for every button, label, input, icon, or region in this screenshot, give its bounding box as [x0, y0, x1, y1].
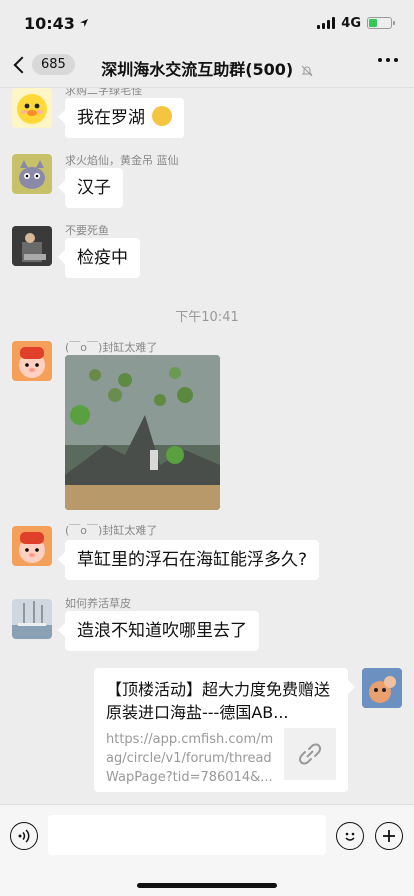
more-functions-button[interactable]	[375, 822, 403, 850]
sender-name: 如何养活草皮	[65, 597, 131, 610]
avatar[interactable]	[12, 526, 52, 566]
message-bubble[interactable]: 检疫中	[65, 238, 140, 278]
message-bubble[interactable]: 草缸里的浮石在海缸能浮多久?	[65, 540, 320, 580]
message-input[interactable]	[48, 815, 326, 855]
unread-count-badge: 685	[32, 54, 75, 75]
chat-messages[interactable]: 求购二字绿毛怪 我在罗湖 求火焰仙，黄金吊 蓝仙 汉子 不要死鱼 检疫中 下午1…	[0, 88, 414, 804]
more-options-button[interactable]	[378, 58, 398, 62]
home-indicator[interactable]	[137, 883, 277, 888]
clock: 10:43	[24, 13, 75, 33]
voice-icon	[18, 829, 30, 843]
status-bar: 10:43 4G	[0, 0, 414, 46]
back-button[interactable]: 685	[10, 54, 75, 75]
avatar[interactable]	[12, 154, 52, 194]
link-card[interactable]: 【顶楼活动】超大力度免费赠送原装进口海盐---德国AB... https://a…	[94, 668, 348, 792]
mute-bell-icon	[301, 65, 313, 76]
link-thumbnail	[284, 728, 336, 780]
message-text: 汉子	[77, 178, 111, 198]
message-bubble[interactable]: 造浪不知道吹哪里去了	[65, 611, 259, 651]
message-bubble[interactable]: 我在罗湖	[65, 98, 185, 138]
time-separator: 下午10:41	[175, 310, 239, 325]
message-bubble[interactable]: 汉子	[65, 168, 123, 208]
location-arrow-icon	[79, 19, 88, 27]
emoji-button[interactable]	[336, 822, 364, 850]
sender-name: 不要死鱼	[65, 224, 109, 237]
aquarium-photo[interactable]	[65, 355, 220, 510]
signal-icon	[317, 17, 336, 29]
link-card-url: https://app.cmfish.com/mag/circle/v1/for…	[106, 732, 274, 785]
voice-input-button[interactable]	[10, 822, 38, 850]
link-icon	[298, 743, 322, 765]
smiley-icon	[345, 832, 355, 841]
sender-name: 求火焰仙，黄金吊 蓝仙	[65, 154, 179, 167]
input-bar	[0, 804, 414, 896]
link-card-title: 【顶楼活动】超大力度免费赠送原装进口海盐---德国AB...	[106, 680, 331, 722]
message-text: 造浪不知道吹哪里去了	[77, 621, 247, 641]
sender-name: (￣o￣)封缸太难了	[65, 524, 158, 537]
avatar[interactable]	[12, 599, 52, 639]
sticker-emoji-icon	[152, 106, 173, 126]
message-text: 检疫中	[77, 248, 128, 268]
sender-name: 求购二字绿毛怪	[65, 88, 142, 97]
chat-title-text: 深圳海水交流互助群(500)	[101, 60, 294, 79]
avatar[interactable]	[12, 226, 52, 266]
avatar[interactable]	[362, 668, 402, 708]
avatar[interactable]	[12, 341, 52, 381]
network-label: 4G	[341, 15, 361, 31]
nav-bar: 685 深圳海水交流互助群(500)	[0, 46, 414, 88]
message-text: 草缸里的浮石在海缸能浮多久?	[77, 550, 308, 570]
plus-icon	[383, 830, 395, 842]
message-text: 我在罗湖	[77, 108, 145, 128]
sender-name: (￣o￣)封缸太难了	[65, 341, 158, 354]
battery-icon	[367, 17, 395, 29]
avatar[interactable]	[12, 88, 52, 128]
back-chevron-icon	[13, 56, 31, 73]
